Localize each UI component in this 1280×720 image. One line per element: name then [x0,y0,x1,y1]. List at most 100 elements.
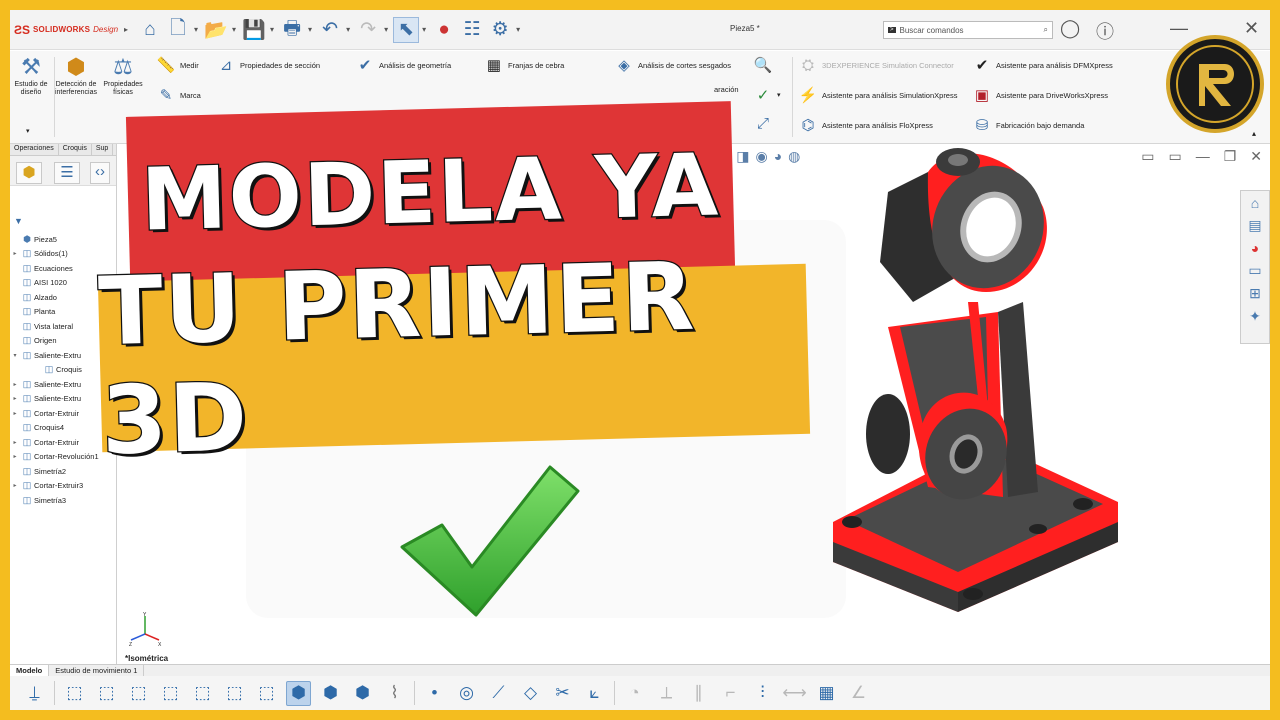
print-icon[interactable]: 🖶 [279,17,305,43]
right-view-icon[interactable]: ⬚ [254,681,279,706]
trim-icon[interactable]: ✂ [550,681,575,706]
tangent-relation-icon[interactable]: ◔ [622,681,647,706]
redo-icon[interactable]: ↷ [355,17,381,43]
vertical-relation-icon[interactable]: ⫶ [750,681,775,706]
solidworks-resources-icon[interactable]: ⌂ [1251,195,1259,211]
measure-button[interactable]: 📏 Medir [156,55,199,75]
forum-icon[interactable]: ✦ [1249,308,1261,325]
edit-appearance-icon[interactable]: ◕ [774,148,782,165]
tree-node[interactable]: ▸ ◫ Cortar-Extruir3 [10,479,117,494]
new-caret-icon[interactable]: ▾ [194,25,198,34]
viewport-link-icon[interactable]: ▭ [1168,148,1181,165]
tree-node[interactable]: ◫ Simetría2 [10,464,117,479]
select-caret-icon[interactable]: ▾ [422,25,426,34]
app-logo[interactable]: ƧS SOLIDWORKS Design ▸ [10,23,135,37]
corner-relation-icon[interactable]: ⌐ [718,681,743,706]
isometric-view-icon[interactable]: ⬢ [286,680,311,706]
undo-caret-icon[interactable]: ▾ [346,25,350,34]
tree-expand-icon[interactable]: ▸ [10,250,20,257]
shaded-with-edges-icon[interactable]: ⬢ [350,681,375,706]
front-view-icon[interactable]: ⬚ [158,681,183,706]
floxpress-button[interactable]: ⌬ Asistente para análisis FloXpress [798,115,932,135]
tree-expand-icon[interactable]: ▸ [10,482,20,489]
select-pointer-icon[interactable]: ⬉ [393,16,420,43]
undercut-analysis-button[interactable]: ◈ Análisis de cortes sesgados [614,55,731,75]
rebuild-traffic-light-icon[interactable]: ● [431,17,457,43]
tab-superficies[interactable]: Sup [92,144,114,155]
tab-operaciones[interactable]: Operaciones [10,144,59,155]
hidden-lines-removed-icon[interactable]: ⬚ [126,681,151,706]
help-icon[interactable]: ⓘ [1096,18,1114,44]
on-demand-manufacturing-button[interactable]: ⛁ Fabricación bajo demanda [972,115,1085,135]
wireframe-icon[interactable]: ⬚ [62,681,87,706]
check-caret-icon[interactable]: ▾ [777,91,781,99]
mass-properties-button[interactable]: ⚖ Propiedades físicas [102,53,144,97]
3dx-simulation-connector-button[interactable]: ⛭ 3DEXPERIENCE Simulation Connector [798,55,954,75]
tree-node[interactable]: ▸ ◫ Cortar-Extruir [10,435,117,450]
hidden-lines-visible-icon[interactable]: ⬚ [94,681,119,706]
options-gear-icon[interactable]: ⚙ [487,17,513,43]
circle-icon[interactable]: ◎ [454,681,479,706]
tree-expand-icon[interactable]: ▾ [10,352,20,359]
viewport-restore-icon[interactable]: ❐ [1224,148,1237,165]
tab-motion-study[interactable]: Estudio de movimiento 1 [49,665,145,676]
check-button[interactable]: 🔍 [753,55,773,75]
options-caret-icon[interactable]: ▾ [516,25,520,34]
section-properties-button[interactable]: ⊿ Propiedades de sección [216,55,320,75]
tree-expand-icon[interactable]: ▸ [10,453,20,460]
section-view-icon[interactable]: ◨ [736,148,749,165]
apply-scene-icon[interactable]: ◍ [788,148,800,165]
curvature-icon[interactable]: ⌇ [382,681,407,706]
markup-button[interactable]: ✎ Marca [156,85,201,105]
print-caret-icon[interactable]: ▾ [308,25,312,34]
user-account-icon[interactable]: ◯ [1060,18,1080,39]
zebra-stripes-button[interactable]: ▦ Franjas de cebra [484,55,564,75]
save-icon[interactable]: 💾 [241,17,267,43]
tree-node[interactable]: ⬢ Pieza5 [10,232,117,247]
viewport-close-icon[interactable]: ✕ [1250,148,1262,165]
design-library-icon[interactable]: ▤ [1248,217,1261,234]
open-icon[interactable]: 📂 [203,17,229,43]
simulationxpress-button[interactable]: ⚡ Asistente para análisis SimulationXpres… [798,85,958,105]
check-compare-button[interactable]: ✓ ▾ [753,85,781,105]
feature-manager-icon[interactable]: ⬢ [16,162,42,184]
spline-icon[interactable]: ◇ [518,681,543,706]
manager-expand-icon[interactable]: ‹› [90,162,110,184]
new-document-icon[interactable]: 🗋 [165,17,191,43]
comparison-button[interactable]: aración [714,85,739,94]
convert-entities-icon[interactable]: ⟀ [582,681,607,706]
tab-croquis[interactable]: Croquis [59,144,92,155]
home-icon[interactable]: ⌂ [137,17,163,43]
driveworksxpress-button[interactable]: ▣ Asistente para DriveWorksXpress [972,85,1108,105]
tree-expand-icon[interactable]: ▸ [10,381,20,388]
expand-tools-button[interactable]: ⤢ [753,113,773,133]
logo-menu-caret-icon[interactable]: ▸ [124,25,128,34]
design-study-button[interactable]: ⚒ Estudio de diseño [10,53,52,97]
command-search-input[interactable]: > Buscar comandos ⌕ [883,21,1053,39]
redo-caret-icon[interactable]: ▾ [384,25,388,34]
file-properties-icon[interactable]: ☷ [459,17,485,43]
tree-expand-icon[interactable]: ▸ [10,395,20,402]
tab-modelo[interactable]: Modelo [10,665,50,676]
viewport-minimize-icon[interactable]: — [1196,148,1210,165]
shaded-icon[interactable]: ⬢ [318,681,343,706]
file-explorer-icon[interactable]: ⊞ [1249,285,1261,302]
point-icon[interactable]: • [422,681,447,706]
tree-node[interactable]: ▸ ◫ Cortar-Revolución1 [10,450,117,465]
tree-expand-icon[interactable]: ▸ [10,439,20,446]
normal-to-icon[interactable]: ⍊ [22,681,47,706]
interference-button[interactable]: ⬢ Detección de interferencias [50,53,102,97]
dfmxpress-button[interactable]: ✔ Asistente para análisis DFMXpress [972,55,1113,75]
ribbon-expand-caret-icon[interactable]: ▾ [26,127,30,135]
property-manager-icon[interactable]: ☰ [54,162,80,184]
parallel-relation-icon[interactable]: ∥ [686,681,711,706]
custom-properties-icon[interactable]: ▭ [1248,262,1261,279]
save-caret-icon[interactable]: ▾ [270,25,274,34]
dimension-icon[interactable]: ⟷ [782,681,807,706]
search-icon[interactable]: ⌕ [1044,25,1048,35]
left-view-icon[interactable]: ⬚ [222,681,247,706]
hide-show-items-icon[interactable]: ◉ [755,148,767,165]
filter-icon[interactable]: ▼ [14,216,23,226]
tree-node[interactable]: ◫ Simetría3 [10,493,117,508]
undo-icon[interactable]: ↶ [317,17,343,43]
